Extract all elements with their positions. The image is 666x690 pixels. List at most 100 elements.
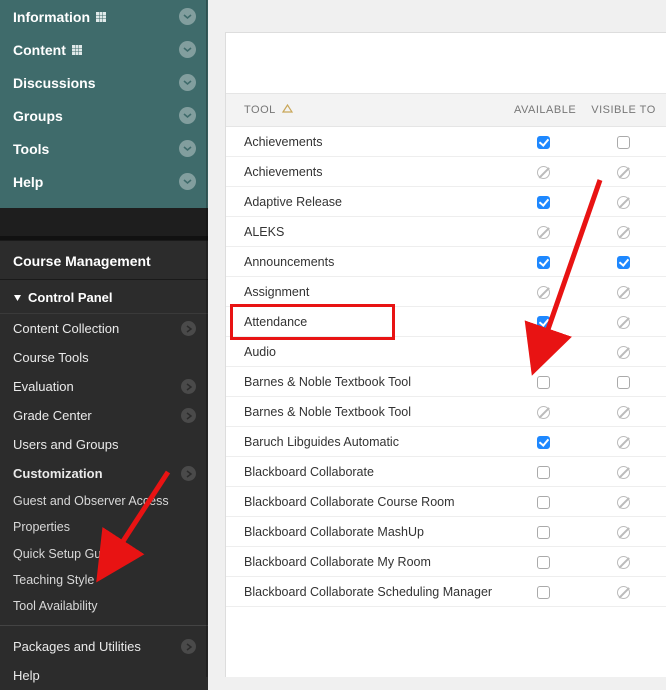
cp-label: Packages and Utilities — [13, 639, 141, 654]
control-panel-header[interactable]: Control Panel — [0, 280, 208, 314]
control-panel-title: Control Panel — [28, 290, 113, 305]
table-row: Baruch Libguides Automatic — [226, 427, 666, 457]
cell-tool[interactable]: Achievements — [226, 128, 506, 156]
available-checkbox[interactable] — [537, 556, 550, 569]
col-tool[interactable]: TOOL — [226, 94, 506, 126]
chevron-down-icon[interactable] — [179, 41, 196, 58]
visible-checkbox[interactable] — [617, 376, 630, 389]
cp-item-customization[interactable]: Customization — [0, 459, 208, 488]
table-row: Blackboard Collaborate Scheduling Manage… — [226, 577, 666, 607]
cp-item-packages[interactable]: Packages and Utilities — [0, 632, 208, 661]
cell-visible — [581, 224, 666, 239]
cp-item-help[interactable]: Help — [0, 661, 208, 690]
available-checkbox[interactable] — [537, 526, 550, 539]
chevron-down-icon[interactable] — [179, 107, 196, 124]
leaf-guest-observer[interactable]: Guest and Observer Access — [0, 488, 208, 514]
cell-tool[interactable]: ALEKS — [226, 218, 506, 246]
cell-visible — [581, 254, 666, 269]
available-checkbox[interactable] — [537, 256, 550, 269]
cell-available — [506, 314, 581, 329]
nav-item-tools[interactable]: Tools — [0, 132, 208, 165]
available-checkbox[interactable] — [537, 586, 550, 599]
cell-available — [506, 344, 581, 359]
available-checkbox[interactable] — [537, 136, 550, 149]
available-checkbox[interactable] — [537, 196, 550, 209]
cell-tool[interactable]: Blackboard Collaborate — [226, 458, 506, 486]
arrow-right-icon[interactable] — [181, 408, 196, 423]
sort-asc-icon — [282, 104, 293, 116]
cp-item-users-groups[interactable]: Users and Groups — [0, 430, 208, 459]
leaf-quick-setup[interactable]: Quick Setup Guide — [0, 541, 208, 567]
cell-tool[interactable]: Baruch Libguides Automatic — [226, 428, 506, 456]
cell-available — [506, 494, 581, 509]
nav-label: Tools — [13, 141, 49, 157]
module-grid-icon — [96, 12, 106, 22]
col-available[interactable]: AVAILABLE — [506, 94, 581, 126]
cell-available — [506, 434, 581, 449]
cell-visible — [581, 404, 666, 419]
cell-visible — [581, 194, 666, 209]
cell-visible — [581, 524, 666, 539]
cell-available — [506, 554, 581, 569]
cell-available — [506, 134, 581, 149]
chevron-down-icon[interactable] — [179, 140, 196, 157]
nav-item-discussions[interactable]: Discussions — [0, 66, 208, 99]
nav-label: Help — [13, 174, 43, 190]
cell-tool[interactable]: Blackboard Collaborate MashUp — [226, 518, 506, 546]
cp-item-grade-center[interactable]: Grade Center — [0, 401, 208, 430]
leaf-tool-availability[interactable]: Tool Availability — [0, 593, 208, 619]
cell-tool[interactable]: Assignment — [226, 278, 506, 306]
table-row: Blackboard Collaborate MashUp — [226, 517, 666, 547]
cell-visible — [581, 284, 666, 299]
table-row: Audio — [226, 337, 666, 367]
cell-tool[interactable]: Achievements — [226, 158, 506, 186]
chevron-down-icon[interactable] — [179, 8, 196, 25]
nav-item-groups[interactable]: Groups — [0, 99, 208, 132]
cp-item-evaluation[interactable]: Evaluation — [0, 372, 208, 401]
cell-tool[interactable]: Blackboard Collaborate Course Room — [226, 488, 506, 516]
cell-visible — [581, 344, 666, 359]
chevron-down-icon[interactable] — [179, 173, 196, 190]
table-row: Attendance — [226, 307, 666, 337]
available-checkbox[interactable] — [537, 316, 550, 329]
cell-available — [506, 584, 581, 599]
leaf-properties[interactable]: Properties — [0, 514, 208, 540]
cp-label: Course Tools — [13, 350, 89, 365]
visible-checkbox[interactable] — [617, 256, 630, 269]
table-row: Blackboard Collaborate My Room — [226, 547, 666, 577]
table-body: AchievementsAchievementsAdaptive Release… — [226, 127, 666, 607]
cell-visible — [581, 434, 666, 449]
chevron-down-icon[interactable] — [179, 74, 196, 91]
cell-tool[interactable]: Barnes & Noble Textbook Tool — [226, 398, 506, 426]
cell-tool[interactable]: Blackboard Collaborate Scheduling Manage… — [226, 578, 506, 606]
col-visible[interactable]: VISIBLE TO — [581, 94, 666, 126]
table-row: Blackboard Collaborate — [226, 457, 666, 487]
cp-label: Help — [13, 668, 40, 683]
arrow-right-icon[interactable] — [181, 639, 196, 654]
cp-item-course-tools[interactable]: Course Tools — [0, 343, 208, 372]
not-available-icon — [537, 406, 550, 419]
cp-item-content-collection[interactable]: Content Collection — [0, 314, 208, 343]
arrow-right-icon[interactable] — [181, 379, 196, 394]
cell-tool[interactable]: Attendance — [226, 308, 506, 336]
arrow-right-icon[interactable] — [181, 466, 196, 481]
available-checkbox[interactable] — [537, 496, 550, 509]
cp-label: Users and Groups — [13, 437, 119, 452]
cell-tool[interactable]: Announcements — [226, 248, 506, 276]
nav-item-content[interactable]: Content — [0, 33, 208, 66]
nav-item-information[interactable]: Information — [0, 0, 208, 33]
cell-tool[interactable]: Adaptive Release — [226, 188, 506, 216]
available-checkbox[interactable] — [537, 436, 550, 449]
nav-item-help[interactable]: Help — [0, 165, 208, 198]
available-checkbox[interactable] — [537, 466, 550, 479]
visible-checkbox[interactable] — [617, 136, 630, 149]
arrow-right-icon[interactable] — [181, 321, 196, 336]
cell-tool[interactable]: Audio — [226, 338, 506, 366]
table-row: Announcements — [226, 247, 666, 277]
cell-tool[interactable]: Barnes & Noble Textbook Tool — [226, 368, 506, 396]
available-checkbox[interactable] — [537, 376, 550, 389]
cp-label: Evaluation — [13, 379, 74, 394]
cell-tool[interactable]: Blackboard Collaborate My Room — [226, 548, 506, 576]
nav-label: Discussions — [13, 75, 95, 91]
leaf-teaching-style[interactable]: Teaching Style — [0, 567, 208, 593]
